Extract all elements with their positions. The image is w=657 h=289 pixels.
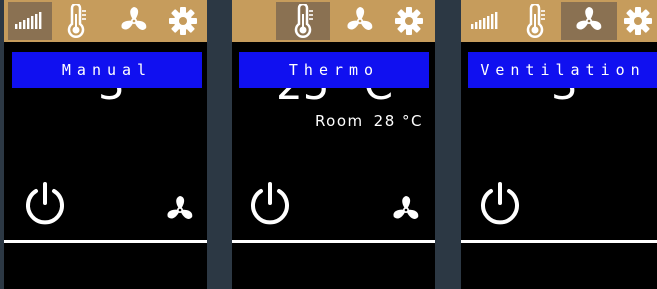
divider bbox=[4, 240, 207, 243]
power-button[interactable] bbox=[24, 181, 66, 231]
gear-icon bbox=[395, 7, 423, 35]
mode-label: Ventilation bbox=[468, 52, 657, 88]
tab-bar bbox=[232, 0, 435, 42]
room-label: Room bbox=[314, 112, 364, 130]
thermostat-panel-ventilation: 3 Ventilation bbox=[461, 0, 657, 289]
divider bbox=[461, 240, 657, 243]
thermostat-panel-thermo: 25 °C Thermo Room28 °C bbox=[232, 0, 435, 289]
fan-speed-button[interactable] bbox=[390, 194, 422, 230]
tab-thermo[interactable] bbox=[276, 2, 330, 40]
fan-speed-button[interactable] bbox=[164, 194, 196, 230]
tab-signal[interactable] bbox=[8, 2, 52, 40]
thermometer-icon bbox=[294, 4, 313, 38]
divider bbox=[232, 240, 435, 243]
signal-icon bbox=[15, 12, 42, 29]
tab-fan[interactable] bbox=[561, 2, 617, 40]
fan-icon bbox=[576, 7, 602, 30]
fan-icon bbox=[347, 7, 373, 30]
thermostat-panel-manual: 3 Manual bbox=[4, 0, 207, 289]
thermometer-icon bbox=[67, 4, 86, 38]
thermometer-icon bbox=[526, 4, 545, 38]
tab-settings[interactable] bbox=[619, 2, 657, 40]
power-icon bbox=[251, 182, 289, 225]
power-button[interactable] bbox=[249, 181, 291, 231]
power-button[interactable] bbox=[479, 181, 521, 231]
fan-icon bbox=[393, 196, 419, 219]
power-icon bbox=[481, 182, 519, 225]
tab-thermo[interactable] bbox=[515, 2, 555, 40]
fan-icon bbox=[167, 196, 193, 219]
tab-fan[interactable] bbox=[114, 2, 154, 40]
tab-settings[interactable] bbox=[390, 2, 428, 40]
gear-icon bbox=[624, 7, 652, 35]
room-value: 28 °C bbox=[373, 112, 423, 130]
room-temperature: Room 28 °C bbox=[315, 112, 423, 130]
fan-icon bbox=[121, 7, 147, 30]
tab-bar bbox=[461, 0, 657, 42]
power-icon bbox=[26, 182, 64, 225]
tab-signal[interactable] bbox=[465, 2, 507, 40]
tab-settings[interactable] bbox=[164, 2, 202, 40]
tab-thermo[interactable] bbox=[56, 2, 96, 40]
mode-label: Manual bbox=[12, 52, 202, 88]
mode-label: Thermo bbox=[239, 52, 429, 88]
tab-signal[interactable] bbox=[236, 2, 274, 40]
gear-icon bbox=[169, 7, 197, 35]
tab-bar bbox=[4, 0, 207, 42]
tab-fan[interactable] bbox=[340, 2, 380, 40]
signal-icon bbox=[471, 12, 498, 29]
